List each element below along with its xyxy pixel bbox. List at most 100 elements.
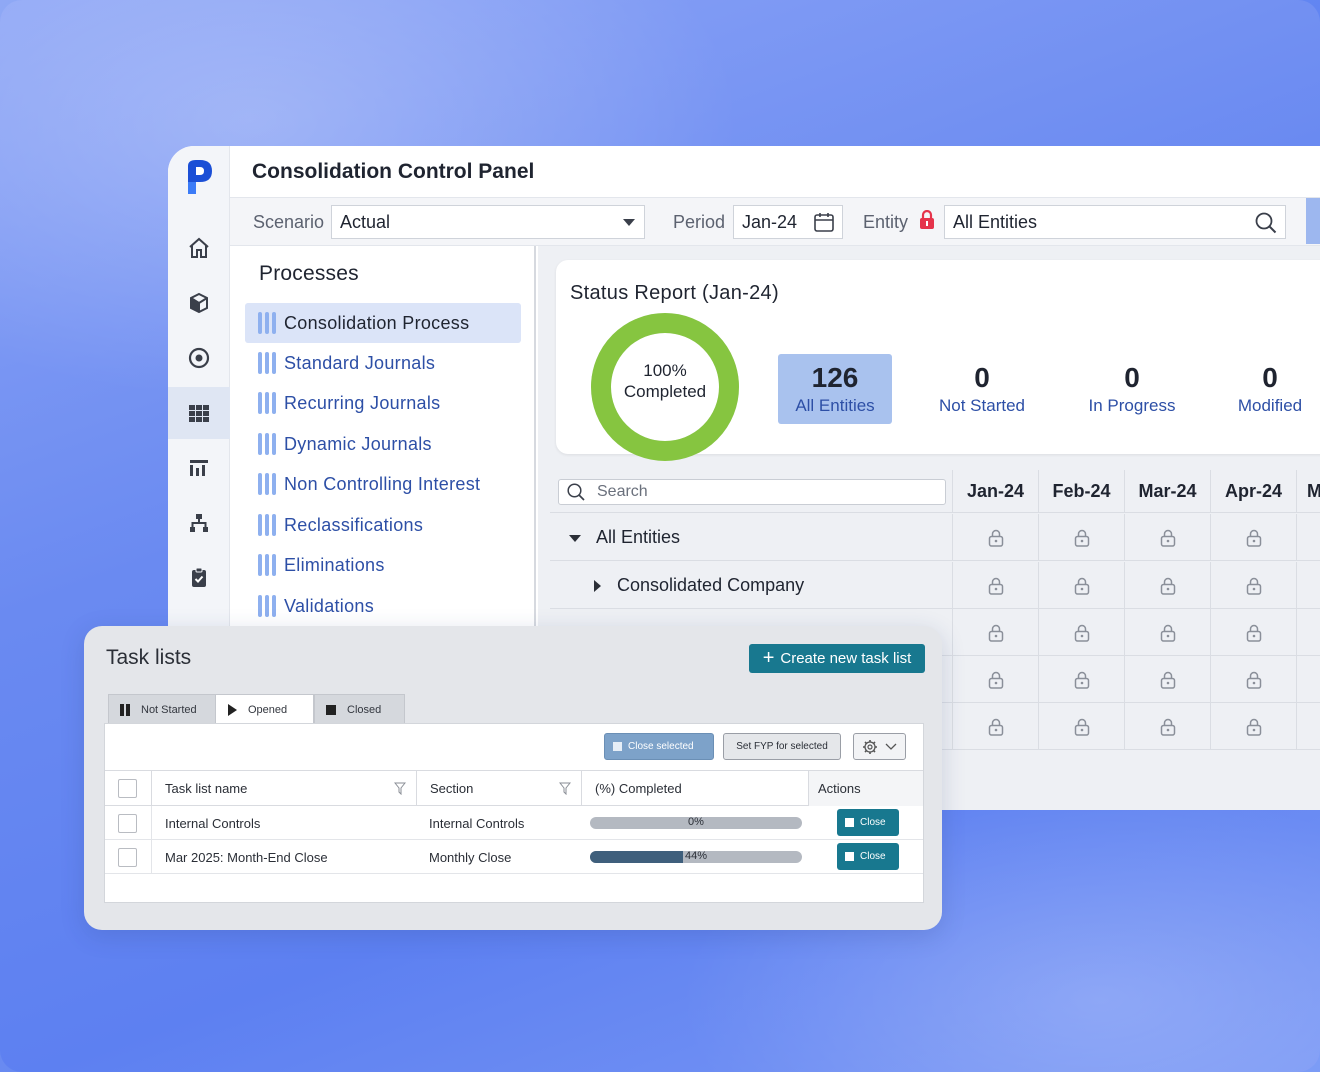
- lock-cell[interactable]: [952, 656, 1038, 703]
- filter-icon[interactable]: [559, 782, 571, 795]
- lock-icon: [1074, 624, 1089, 642]
- stat-number: 0: [1262, 362, 1278, 393]
- lock-icon: [1160, 671, 1175, 689]
- lock-cell[interactable]: [952, 703, 1038, 750]
- lock-cell[interactable]: [1124, 514, 1210, 561]
- status-report-card: Status Report (Jan-24) 100% Completed 12…: [556, 260, 1320, 461]
- lock-cell[interactable]: [1124, 656, 1210, 703]
- close-selected-button[interactable]: Close selected: [604, 733, 714, 760]
- period-picker[interactable]: Jan-24: [733, 205, 843, 239]
- stat-modified[interactable]: 0 Modified: [1220, 362, 1320, 416]
- col-header-feb-24[interactable]: Feb-24: [1038, 470, 1124, 513]
- lock-cell[interactable]: [1210, 703, 1296, 750]
- calendar-icon[interactable]: [814, 212, 834, 232]
- clipboard-check-icon[interactable]: [168, 552, 230, 604]
- settings-dropdown-button[interactable]: [853, 733, 906, 760]
- lock-cell[interactable]: [1210, 609, 1296, 656]
- grid-icon[interactable]: [168, 387, 230, 439]
- lock-cell[interactable]: [1038, 656, 1124, 703]
- task-row[interactable]: Mar 2025: Month-End Close Monthly Close …: [105, 840, 923, 874]
- stat-not-started[interactable]: 0 Not Started: [926, 362, 1038, 416]
- process-item-non-controlling-interest[interactable]: Non Controlling Interest: [245, 464, 521, 504]
- tab-not-started[interactable]: Not Started: [108, 694, 216, 724]
- entity-search-field[interactable]: All Entities: [944, 205, 1286, 239]
- lock-cell[interactable]: [1296, 562, 1320, 609]
- select-all-checkbox[interactable]: [118, 779, 137, 798]
- col-header-apr-24[interactable]: Apr-24: [1210, 470, 1296, 513]
- lock-cell[interactable]: [1124, 562, 1210, 609]
- caret-right-icon[interactable]: [593, 579, 602, 593]
- stat-in-progress[interactable]: 0 In Progress: [1076, 362, 1188, 416]
- col-header-next[interactable]: M: [1296, 470, 1320, 513]
- lock-cell[interactable]: [1296, 609, 1320, 656]
- task-row[interactable]: Internal Controls Internal Controls 0% C…: [105, 806, 923, 840]
- header-task-list-name[interactable]: Task list name: [151, 771, 416, 806]
- toolbar-edge-button[interactable]: [1306, 198, 1320, 244]
- stat-all-entities[interactable]: 126 All Entities: [778, 354, 892, 424]
- search-placeholder: Search: [597, 483, 648, 500]
- tab-closed[interactable]: Closed: [314, 694, 405, 724]
- progress-bar: 44%: [590, 851, 802, 863]
- close-task-button[interactable]: Close: [837, 843, 899, 870]
- lock-icon: [1160, 624, 1175, 642]
- chevron-down-icon: [885, 743, 897, 750]
- caret-down-icon[interactable]: [568, 534, 582, 543]
- lock-cell[interactable]: [1210, 514, 1296, 561]
- report-icon[interactable]: [168, 442, 230, 494]
- checkbox-icon: [613, 742, 622, 751]
- process-item-standard-journals[interactable]: Standard Journals: [245, 343, 521, 383]
- stop-icon: [325, 704, 337, 716]
- cube-icon[interactable]: [168, 277, 230, 329]
- filter-icon[interactable]: [394, 782, 406, 795]
- lock-cell[interactable]: [1038, 703, 1124, 750]
- row-checkbox[interactable]: [118, 813, 137, 833]
- lock-cell[interactable]: [1296, 514, 1320, 561]
- tab-opened[interactable]: Opened: [215, 694, 314, 724]
- processes-title: Processes: [259, 262, 359, 285]
- lock-icon: [1246, 529, 1261, 547]
- bars-icon: [258, 312, 276, 334]
- lock-cell[interactable]: [1038, 514, 1124, 561]
- process-item-validations[interactable]: Validations: [245, 586, 521, 626]
- lock-cell[interactable]: [1038, 609, 1124, 656]
- scenario-select[interactable]: Actual: [331, 205, 645, 239]
- lock-cell[interactable]: [1210, 562, 1296, 609]
- grid-search-input[interactable]: Search: [558, 479, 946, 505]
- lock-cell[interactable]: [1038, 562, 1124, 609]
- search-icon[interactable]: [1255, 212, 1277, 234]
- process-item-consolidation[interactable]: Consolidation Process: [245, 303, 521, 343]
- lock-cell[interactable]: [1124, 609, 1210, 656]
- lock-icon: [988, 718, 1003, 736]
- row-checkbox[interactable]: [118, 847, 137, 867]
- set-fyp-button[interactable]: Set FYP for selected: [723, 733, 841, 760]
- play-icon: [226, 703, 238, 716]
- target-icon[interactable]: [168, 332, 230, 384]
- lock-cell[interactable]: [1296, 656, 1320, 703]
- lock-cell[interactable]: [1124, 703, 1210, 750]
- task-lists-panel: Task lists + Create new task list Not Sta…: [84, 626, 942, 930]
- tab-label: Opened: [248, 703, 288, 716]
- lock-cell[interactable]: [1210, 656, 1296, 703]
- header-section[interactable]: Section: [416, 771, 581, 806]
- scenario-value: Actual: [340, 211, 391, 232]
- process-item-dynamic-journals[interactable]: Dynamic Journals: [245, 424, 521, 464]
- create-task-list-button[interactable]: + Create new task list: [749, 644, 925, 673]
- close-task-button[interactable]: Close: [837, 809, 899, 836]
- col-header-jan-24[interactable]: Jan-24: [952, 470, 1038, 513]
- process-item-recurring-journals[interactable]: Recurring Journals: [245, 383, 521, 423]
- home-icon[interactable]: [168, 222, 230, 274]
- header-completed[interactable]: (%) Completed: [581, 771, 808, 806]
- process-item-eliminations[interactable]: Eliminations: [245, 545, 521, 585]
- lock-icon: [1160, 718, 1175, 736]
- col-header-mar-24[interactable]: Mar-24: [1124, 470, 1210, 513]
- row-label: All Entities: [596, 527, 681, 547]
- lock-cell[interactable]: [952, 562, 1038, 609]
- lock-cell[interactable]: [952, 609, 1038, 656]
- button-label: Close: [860, 851, 886, 862]
- lock-cell[interactable]: [952, 514, 1038, 561]
- process-label: Standard Journals: [284, 352, 436, 373]
- process-item-reclassifications[interactable]: Reclassifications: [245, 505, 521, 545]
- header-label: Section: [430, 781, 474, 796]
- lock-cell[interactable]: [1296, 703, 1320, 750]
- hierarchy-icon[interactable]: [168, 497, 230, 549]
